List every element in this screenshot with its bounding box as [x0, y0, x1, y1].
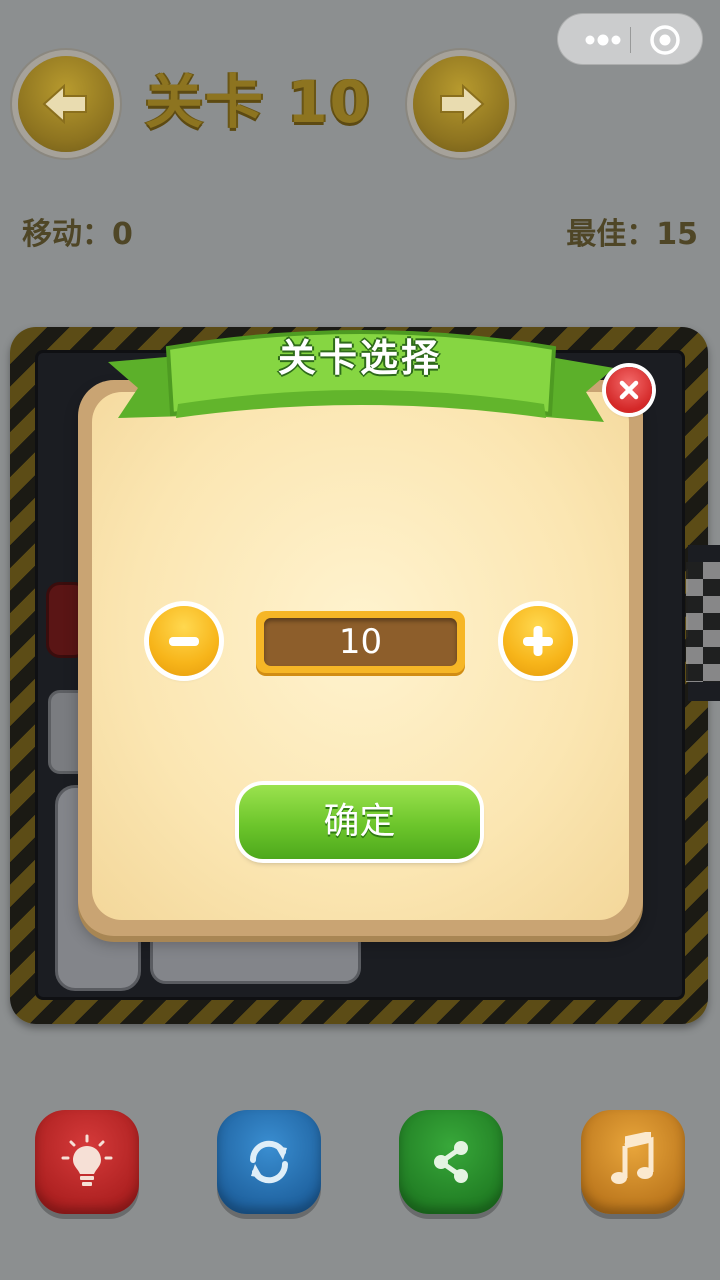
dialog-title: 关卡选择 [277, 336, 442, 380]
arrow-right-icon [440, 83, 485, 125]
arrow-left-icon [42, 83, 87, 125]
confirm-button[interactable]: 确定 [239, 785, 480, 859]
hint-button[interactable] [35, 1110, 139, 1214]
best-score: 最佳：15 [566, 217, 698, 252]
minus-icon [169, 637, 199, 646]
mini-program-capsule [557, 13, 703, 65]
music-note-icon [611, 1132, 654, 1184]
close-icon [619, 380, 639, 400]
level-title: 关卡 10 [145, 68, 372, 136]
increase-level-button[interactable] [503, 606, 573, 676]
target-icon[interactable] [648, 23, 682, 57]
prev-level-button[interactable] [18, 56, 114, 152]
share-icon [434, 1141, 468, 1183]
level-number-field[interactable]: 10 [264, 618, 457, 666]
more-dots-icon[interactable] [578, 26, 628, 54]
lightbulb-icon [61, 1134, 113, 1186]
restart-button[interactable] [217, 1110, 321, 1214]
decrease-level-button[interactable] [149, 606, 219, 676]
capsule-divider [630, 27, 631, 53]
moves-counter: 移动：0 [22, 217, 133, 252]
share-button[interactable] [399, 1110, 503, 1214]
close-button[interactable] [606, 367, 652, 413]
music-button[interactable] [581, 1110, 685, 1214]
checkered-flag [686, 562, 720, 682]
refresh-icon [249, 1140, 289, 1184]
next-level-button[interactable] [413, 56, 509, 152]
plus-icon [523, 626, 553, 656]
